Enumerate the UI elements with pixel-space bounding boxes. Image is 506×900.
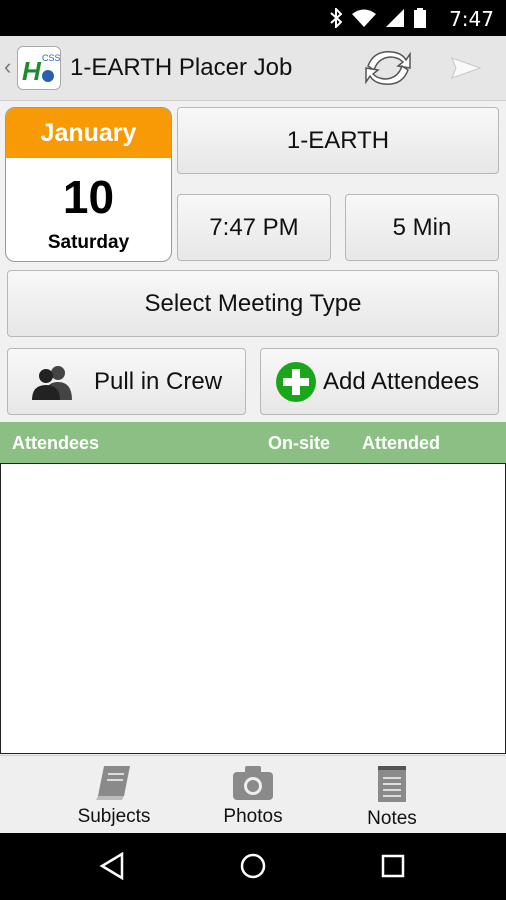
back-chevron-icon[interactable]: ‹ [4, 54, 11, 80]
date-calendar[interactable]: January 10 Saturday [5, 107, 172, 262]
status-time: 7:47 [449, 7, 494, 31]
svg-text:H: H [22, 56, 42, 86]
recents-icon[interactable] [378, 851, 408, 881]
attendees-header: Attendees On-site Attended [0, 422, 506, 463]
bottom-tab-bar: Subjects Photos Notes [0, 755, 506, 834]
tab-subjects[interactable]: Subjects [54, 764, 174, 834]
tab-notes-label: Notes [367, 808, 417, 829]
sync-icon [365, 51, 411, 85]
tab-notes[interactable]: Notes [332, 764, 452, 834]
send-button[interactable] [446, 48, 486, 88]
book-icon [96, 766, 130, 800]
tab-photos[interactable]: Photos [193, 764, 313, 834]
attendees-list[interactable] [0, 463, 506, 754]
app-bar: ‹ H CSS 1-EARTH Placer Job [0, 36, 506, 101]
notepad-icon [378, 766, 406, 802]
tab-photos-label: Photos [223, 806, 283, 827]
bluetooth-icon [330, 8, 342, 28]
calendar-day: 10 [62, 171, 115, 223]
company-button[interactable]: 1-EARTH [177, 107, 499, 174]
calendar-weekday: Saturday [47, 232, 130, 253]
column-attended: Attended [362, 433, 440, 453]
add-attendees-button[interactable]: Add Attendees [260, 348, 499, 415]
time-button[interactable]: 7:47 PM [177, 194, 331, 261]
home-icon[interactable] [238, 851, 268, 881]
sync-button[interactable] [362, 46, 414, 90]
add-circle-icon [276, 361, 316, 402]
add-attendees-label: Add Attendees [323, 367, 480, 395]
meeting-type-button[interactable]: Select Meeting Type [7, 270, 499, 337]
battery-icon [414, 8, 426, 28]
signal-icon [386, 9, 404, 27]
system-nav-bar [0, 833, 506, 900]
tab-subjects-label: Subjects [77, 806, 151, 827]
calendar-month: January [6, 108, 171, 158]
pull-crew-label: Pull in Crew [94, 367, 223, 395]
status-bar: 7:47 [0, 0, 506, 36]
logo-text: CSS [42, 53, 60, 63]
pull-crew-button[interactable]: Pull in Crew [7, 348, 246, 415]
send-icon [451, 57, 482, 79]
back-icon[interactable] [98, 851, 128, 881]
column-attendees: Attendees [12, 433, 100, 453]
page-title: 1-EARTH Placer Job [70, 54, 293, 81]
camera-icon [233, 766, 273, 800]
crew-icon [32, 365, 72, 400]
wifi-icon [352, 9, 376, 27]
column-onsite: On-site [268, 433, 331, 453]
status-icons [330, 8, 426, 28]
app-logo[interactable]: H CSS [17, 46, 61, 90]
duration-button[interactable]: 5 Min [345, 194, 499, 261]
